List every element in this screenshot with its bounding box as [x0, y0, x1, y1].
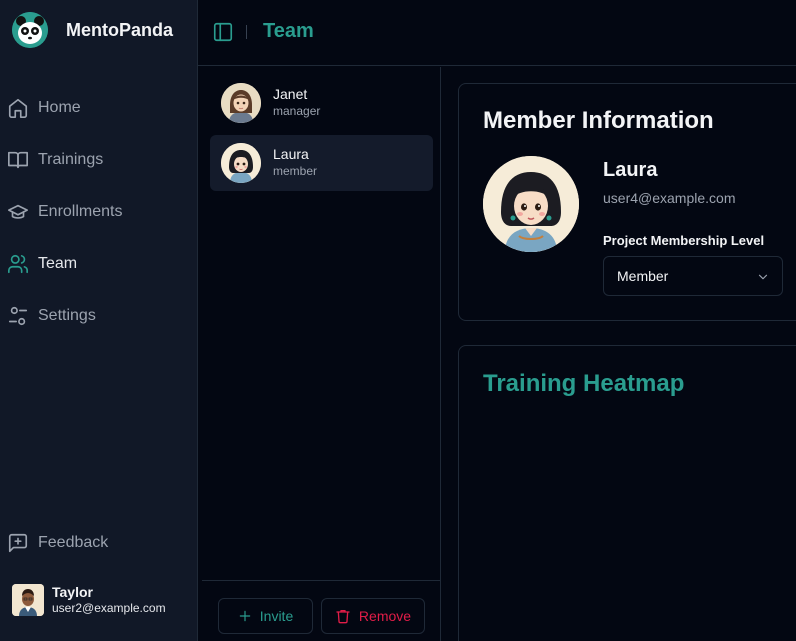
- heatmap-title: Training Heatmap: [483, 370, 685, 397]
- membership-level-value: Member: [617, 268, 669, 284]
- book-icon: [7, 149, 29, 171]
- home-icon: [7, 97, 29, 119]
- training-heatmap-card: Training Heatmap: [458, 345, 796, 641]
- nav-settings[interactable]: Settings: [7, 300, 191, 332]
- member-role: manager: [273, 104, 321, 118]
- member-info-title: Member Information: [483, 107, 714, 134]
- nav-label: Team: [38, 255, 78, 272]
- users-icon: [7, 253, 29, 275]
- current-user-email: user2@example.com: [52, 601, 166, 615]
- member-name: Janet: [273, 86, 308, 102]
- nav-team[interactable]: Team: [7, 248, 191, 280]
- member-list: Janet manager Laura member Invite Remove: [202, 67, 441, 641]
- member-name: Laura: [273, 146, 309, 162]
- app-name: MentoPanda: [66, 19, 174, 40]
- sliders-icon: [7, 305, 29, 327]
- sidebar-toggle-icon[interactable]: [212, 21, 234, 43]
- member-item-laura[interactable]: Laura member: [210, 135, 433, 191]
- member-list-actions: Invite Remove: [202, 580, 441, 641]
- chevron-down-icon: [758, 274, 768, 280]
- nav-label: Enrollments: [38, 203, 123, 220]
- top-header: Team: [198, 0, 796, 66]
- graduation-cap-icon: [7, 201, 29, 223]
- member-detail-name: Laura: [603, 159, 658, 181]
- member-detail-email: user4@example.com: [603, 190, 736, 206]
- nav-trainings[interactable]: Trainings: [7, 144, 191, 176]
- current-user[interactable]: Taylor user2@example.com: [12, 584, 166, 616]
- plus-icon: [239, 610, 251, 622]
- member-item-janet[interactable]: Janet manager: [210, 75, 433, 131]
- panda-logo-icon: [12, 12, 48, 48]
- sidebar: MentoPanda Home Trainings Enrollments Te…: [0, 0, 198, 641]
- nav-enrollments[interactable]: Enrollments: [7, 196, 191, 228]
- header-divider: [246, 25, 247, 39]
- nav-label: Settings: [38, 307, 96, 324]
- current-user-name: Taylor: [52, 584, 93, 600]
- membership-level-select[interactable]: Member: [603, 256, 783, 296]
- avatar: [12, 584, 44, 616]
- trash-icon: [336, 610, 350, 624]
- message-square-plus-icon: [7, 532, 29, 554]
- membership-level-label: Project Membership Level: [603, 233, 765, 248]
- nav-label: Trainings: [38, 151, 104, 168]
- avatar: [221, 83, 261, 123]
- remove-button[interactable]: Remove: [321, 598, 425, 634]
- nav-home[interactable]: Home: [7, 92, 191, 124]
- feedback-label: Feedback: [38, 534, 109, 551]
- avatar: [221, 143, 261, 183]
- nav-label: Home: [38, 99, 81, 116]
- avatar: [483, 156, 579, 252]
- remove-label: Remove: [358, 608, 412, 624]
- invite-label: Invite: [259, 608, 294, 624]
- page-title: Team: [263, 20, 314, 42]
- invite-button[interactable]: Invite: [218, 598, 313, 634]
- brand[interactable]: MentoPanda: [12, 12, 173, 48]
- feedback-button[interactable]: Feedback: [7, 527, 191, 559]
- member-role: member: [273, 164, 318, 178]
- member-information-card: Member Information Laura user4@example.c…: [458, 83, 796, 321]
